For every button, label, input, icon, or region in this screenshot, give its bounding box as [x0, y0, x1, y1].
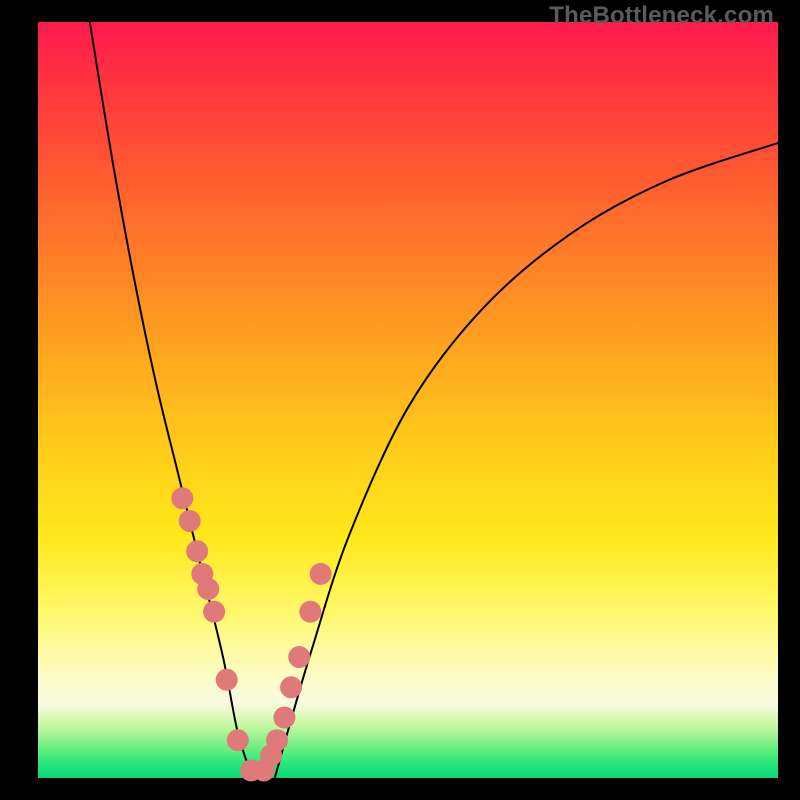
sample-dot — [273, 707, 295, 729]
chart-frame: TheBottleneck.com — [0, 0, 800, 800]
sample-dot — [197, 578, 219, 600]
sample-dot — [186, 540, 208, 562]
chart-svg — [0, 0, 800, 800]
curve-right — [275, 143, 778, 778]
curve-left — [90, 22, 253, 778]
sample-dots — [171, 487, 331, 781]
sample-dot — [203, 601, 225, 623]
sample-dot — [216, 669, 238, 691]
sample-dot — [227, 729, 249, 751]
sample-dot — [179, 510, 201, 532]
sample-dot — [299, 601, 321, 623]
sample-dot — [171, 487, 193, 509]
sample-dot — [310, 563, 332, 585]
sample-dot — [280, 676, 302, 698]
sample-dot — [288, 646, 310, 668]
curve-right-path — [275, 143, 778, 778]
curve-left-path — [90, 22, 253, 778]
sample-dot — [266, 729, 288, 751]
